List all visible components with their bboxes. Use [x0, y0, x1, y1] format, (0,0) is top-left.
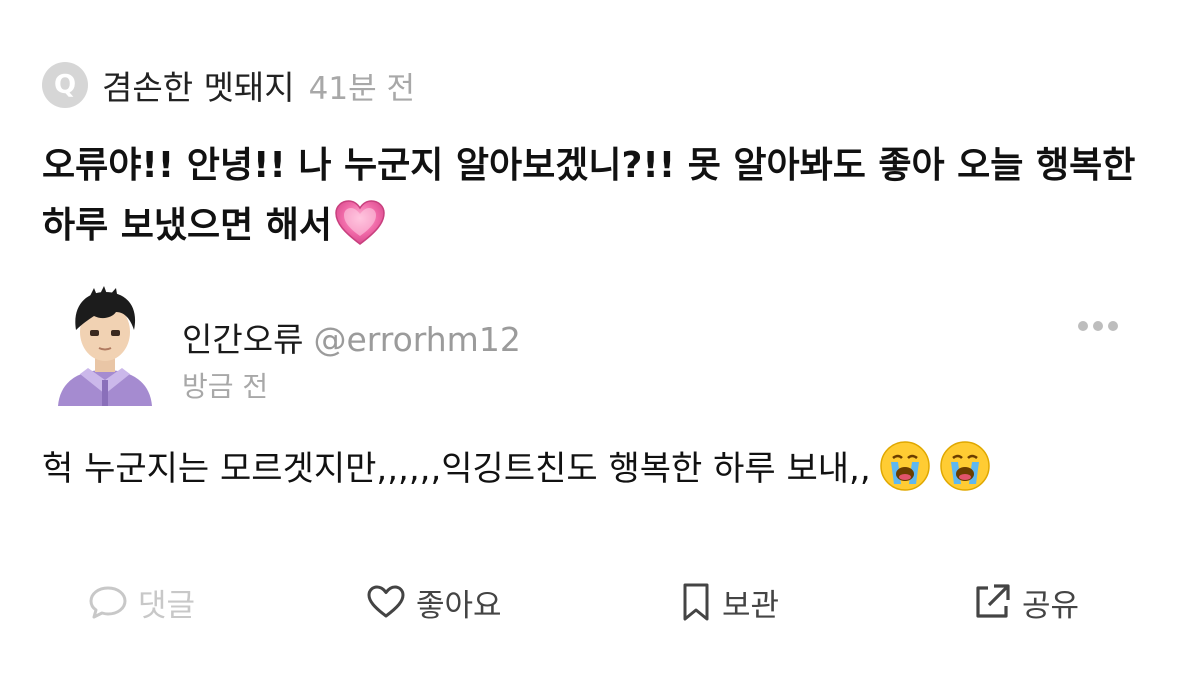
- answer-header: 인간오류 @errorhm12 방금 전: [50, 282, 1140, 412]
- question-header: Q 겸손한 멧돼지 41분 전: [42, 60, 415, 110]
- share-icon: [972, 582, 1012, 622]
- answerer-name[interactable]: 인간오류 @errorhm12: [182, 313, 521, 361]
- answerer-display-name[interactable]: 인간오류: [182, 320, 303, 359]
- answerer-handle[interactable]: @errorhm12: [313, 320, 520, 359]
- comment-button[interactable]: 댓글: [88, 570, 195, 634]
- like-button[interactable]: 좋아요: [366, 570, 502, 634]
- crying-face-emoji-icon: [939, 440, 991, 509]
- comment-label: 댓글: [138, 587, 196, 624]
- bookmark-icon: [680, 582, 712, 622]
- answer-text: 헉 누군지는 모르겟지만,,,,,,익깅트친도 행복한 하루 보내,,: [42, 440, 1162, 509]
- share-button[interactable]: 공유: [972, 570, 1079, 634]
- share-label: 공유: [1022, 587, 1080, 624]
- question-text: 오류야!! 안녕!! 나 누군지 알아보겠니?!! 못 알아봐도 좋아 오늘 행…: [42, 136, 1142, 266]
- avatar[interactable]: [50, 282, 160, 406]
- crying-face-emoji-icon: [879, 440, 931, 509]
- heart-emoji-icon: [334, 199, 386, 266]
- question-badge-icon: Q: [42, 62, 88, 108]
- like-label: 좋아요: [416, 587, 502, 624]
- action-bar: 댓글 좋아요 보관 공유: [0, 570, 1179, 634]
- heart-icon: [366, 584, 406, 620]
- save-button[interactable]: 보관: [680, 570, 779, 634]
- asker-name[interactable]: 겸손한 멧돼지: [102, 61, 295, 109]
- answer-body: 헉 누군지는 모르겟지만,,,,,,익깅트친도 행복한 하루 보내,,: [42, 449, 871, 489]
- comment-icon: [88, 584, 128, 620]
- question-body: 오류야!! 안녕!! 나 누군지 알아보겠니?!! 못 알아봐도 좋아 오늘 행…: [42, 145, 1136, 246]
- answer-time: 방금 전: [182, 370, 269, 403]
- save-label: 보관: [722, 587, 780, 624]
- question-time: 41분 전: [308, 70, 415, 107]
- more-options-icon[interactable]: [1078, 320, 1118, 332]
